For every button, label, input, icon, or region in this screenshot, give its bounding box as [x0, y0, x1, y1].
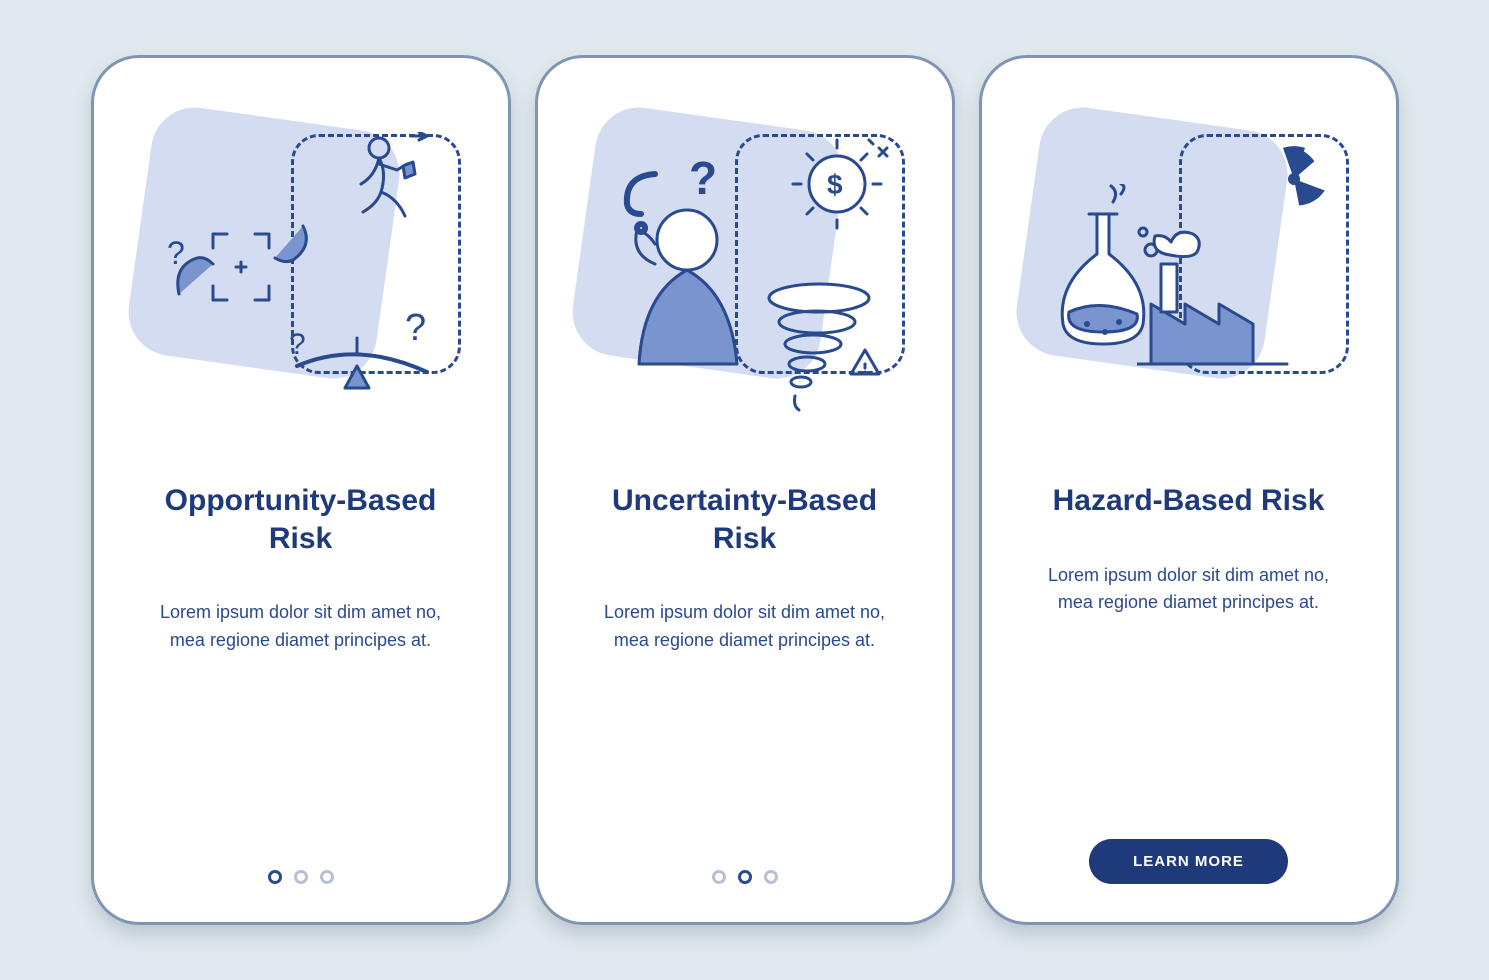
card-title: Hazard-Based Risk	[1053, 482, 1325, 520]
onboarding-card-hazard: Hazard-Based Risk Lorem ipsum dolor sit …	[979, 55, 1399, 925]
pagination-dot-3[interactable]	[320, 870, 334, 884]
card-description: Lorem ipsum dolor sit dim amet no, mea r…	[595, 599, 895, 655]
pagination-dot-2[interactable]	[738, 870, 752, 884]
gear-dollar-icon: $	[783, 134, 893, 234]
pagination-dot-2[interactable]	[294, 870, 308, 884]
running-person-icon	[333, 132, 433, 242]
illustration-opportunity: ? ? ?	[131, 94, 471, 424]
card-footer: LEARN MORE	[982, 839, 1396, 884]
card-description: Lorem ipsum dolor sit dim amet no, mea r…	[1039, 562, 1339, 618]
card-footer	[94, 870, 508, 884]
onboarding-card-uncertainty: ? $ Uncertainty-Based Risk Lorem ipsum d…	[535, 55, 955, 925]
card-title: Uncertainty-Based Risk	[585, 482, 905, 557]
factory-icon	[1137, 214, 1297, 384]
pagination-dot-3[interactable]	[764, 870, 778, 884]
illustration-hazard	[1019, 94, 1359, 424]
pagination-dot-1[interactable]	[268, 870, 282, 884]
svg-text:$: $	[827, 169, 843, 200]
svg-text:?: ?	[289, 328, 306, 361]
radiation-icon	[1249, 134, 1339, 224]
card-title: Opportunity-Based Risk	[141, 482, 461, 557]
pagination-dots	[712, 870, 778, 884]
tornado-icon	[759, 278, 889, 418]
onboarding-cards-row: ? ? ? Opportunity-Based Risk Lorem ipsum…	[91, 55, 1399, 925]
svg-text:?: ?	[689, 154, 717, 204]
card-footer	[538, 870, 952, 884]
balance-scale-icon: ? ?	[287, 296, 437, 406]
learn-more-button[interactable]: LEARN MORE	[1089, 839, 1288, 884]
svg-text:?: ?	[167, 235, 185, 271]
thinking-person-icon: ?	[595, 154, 775, 384]
pagination-dot-1[interactable]	[712, 870, 726, 884]
illustration-uncertainty: ? $	[575, 94, 915, 424]
pagination-dots	[268, 870, 334, 884]
onboarding-card-opportunity: ? ? ? Opportunity-Based Risk Lorem ipsum…	[91, 55, 511, 925]
card-description: Lorem ipsum dolor sit dim amet no, mea r…	[151, 599, 451, 655]
svg-text:?: ?	[405, 307, 426, 349]
